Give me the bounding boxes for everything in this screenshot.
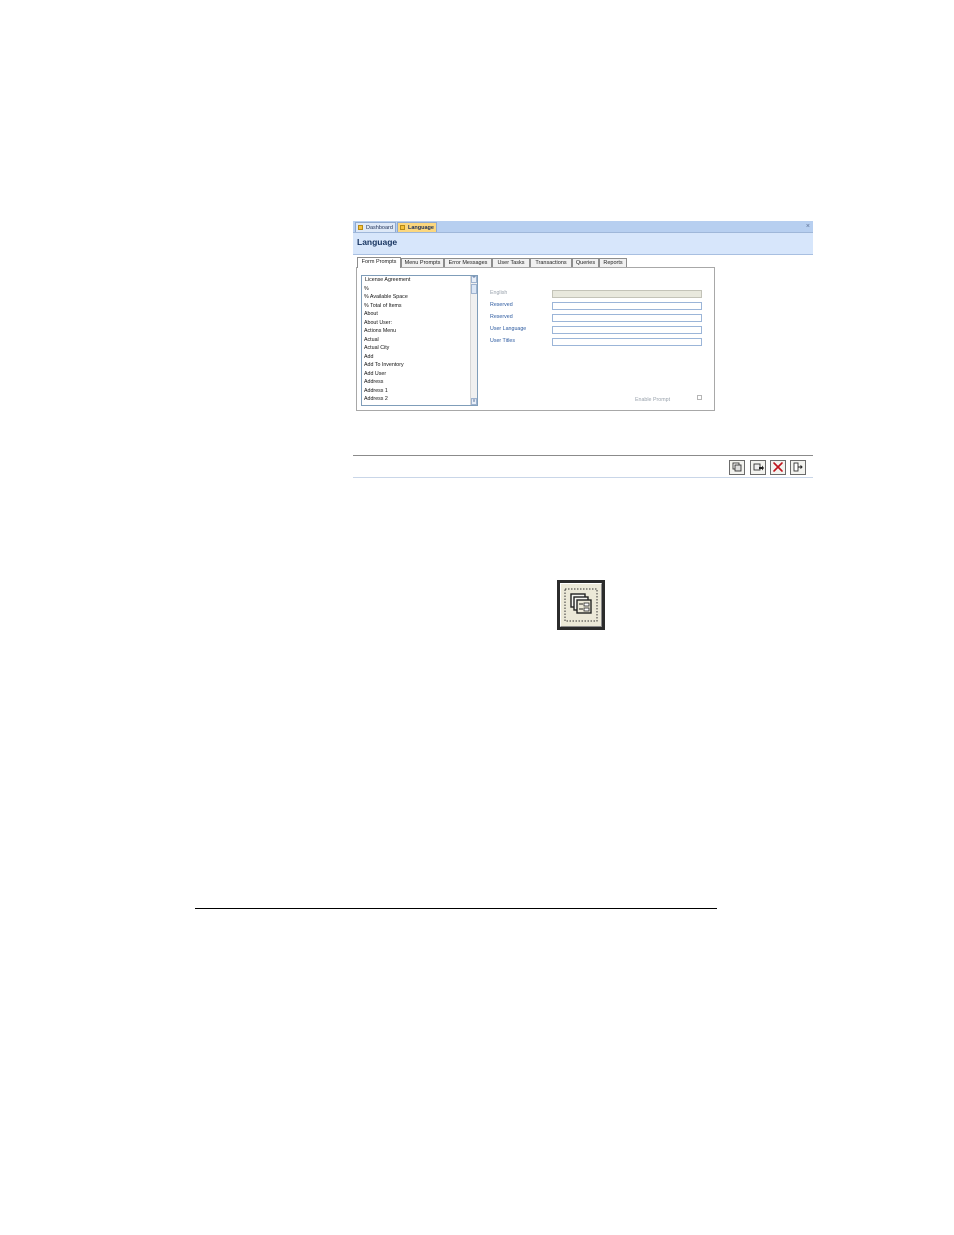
page-rule <box>195 908 717 909</box>
doc-tab-label: Language <box>408 225 434 231</box>
form-footer-toolbar <box>353 455 813 478</box>
enable-prompt-checkbox[interactable] <box>697 395 702 400</box>
scroll-down-icon[interactable]: v <box>471 398 477 405</box>
copy-records-large-button[interactable] <box>557 580 605 630</box>
doc-tab-dashboard[interactable]: Dashboard <box>355 222 396 232</box>
enable-prompt-label: Enable Prompt <box>635 397 671 403</box>
tab-transactions[interactable]: Transactions <box>530 258 572 267</box>
user-titles-field[interactable] <box>552 338 702 346</box>
tab-error-messages[interactable]: Error Messages <box>444 258 492 267</box>
form-header: Language <box>353 233 813 255</box>
delete-button[interactable] <box>770 460 786 475</box>
language-window: Dashboard Language × Language Form Promp… <box>353 221 813 479</box>
list-item[interactable]: Address 1 <box>362 387 477 396</box>
list-item[interactable]: About User: <box>362 319 477 328</box>
tab-reports[interactable]: Reports <box>599 258 627 267</box>
tab-user-tasks[interactable]: User Tasks <box>492 258 530 267</box>
form-prompts-panel: License Agreement % % Available Space % … <box>356 267 715 411</box>
prompt-list[interactable]: License Agreement % % Available Space % … <box>361 275 478 406</box>
reserved-field-1[interactable] <box>552 302 702 310</box>
delete-icon <box>773 462 783 472</box>
list-item[interactable]: Actual City <box>362 344 477 353</box>
scroll-thumb[interactable] <box>471 284 477 294</box>
copy-records-icon <box>564 588 598 622</box>
list-item[interactable]: Address 2 <box>362 395 477 404</box>
form-icon <box>358 225 363 230</box>
tab-queries[interactable]: Queries <box>572 258 599 267</box>
reserved-label-2: Reserved <box>490 314 513 320</box>
copy-records-icon <box>732 462 742 472</box>
apply-icon <box>753 463 764 471</box>
english-field <box>552 290 702 298</box>
list-item[interactable]: Add User <box>362 370 477 379</box>
list-item[interactable]: About <box>362 310 477 319</box>
doc-tab-language[interactable]: Language <box>397 222 437 232</box>
scroll-up-icon[interactable]: ^ <box>471 276 477 283</box>
exit-button[interactable] <box>790 460 806 475</box>
reserved-label-1: Reserved <box>490 302 513 308</box>
list-item[interactable]: Add <box>362 353 477 362</box>
list-item[interactable]: Address <box>362 378 477 387</box>
apply-button[interactable] <box>750 460 766 475</box>
page-title: Language <box>357 237 398 247</box>
user-language-field[interactable] <box>552 326 702 334</box>
list-item[interactable]: License Agreement <box>362 276 477 285</box>
exit-icon <box>793 462 803 472</box>
tab-form-prompts[interactable]: Form Prompts <box>357 257 401 268</box>
list-scrollbar[interactable]: ^ v <box>470 276 477 405</box>
copy-records-button[interactable] <box>729 460 745 475</box>
reserved-field-2[interactable] <box>552 314 702 322</box>
list-item[interactable]: Add To Inventory <box>362 361 477 370</box>
user-titles-label: User Titles <box>490 338 516 344</box>
document-tab-bar: Dashboard Language × <box>353 221 813 233</box>
doc-tab-label: Dashboard <box>366 225 393 231</box>
form-icon <box>400 225 405 230</box>
english-label: English <box>490 290 508 296</box>
list-item[interactable]: Actions Menu <box>362 327 477 336</box>
list-item[interactable]: % Available Space <box>362 293 477 302</box>
list-item[interactable]: % Total of Items <box>362 302 477 311</box>
copy-records-large-button-face <box>560 583 602 627</box>
list-item[interactable]: % <box>362 285 477 294</box>
user-language-label: User Language <box>490 326 527 332</box>
close-icon[interactable]: × <box>806 221 810 232</box>
tab-menu-prompts[interactable]: Menu Prompts <box>401 258 444 267</box>
list-item[interactable]: Actual <box>362 336 477 345</box>
